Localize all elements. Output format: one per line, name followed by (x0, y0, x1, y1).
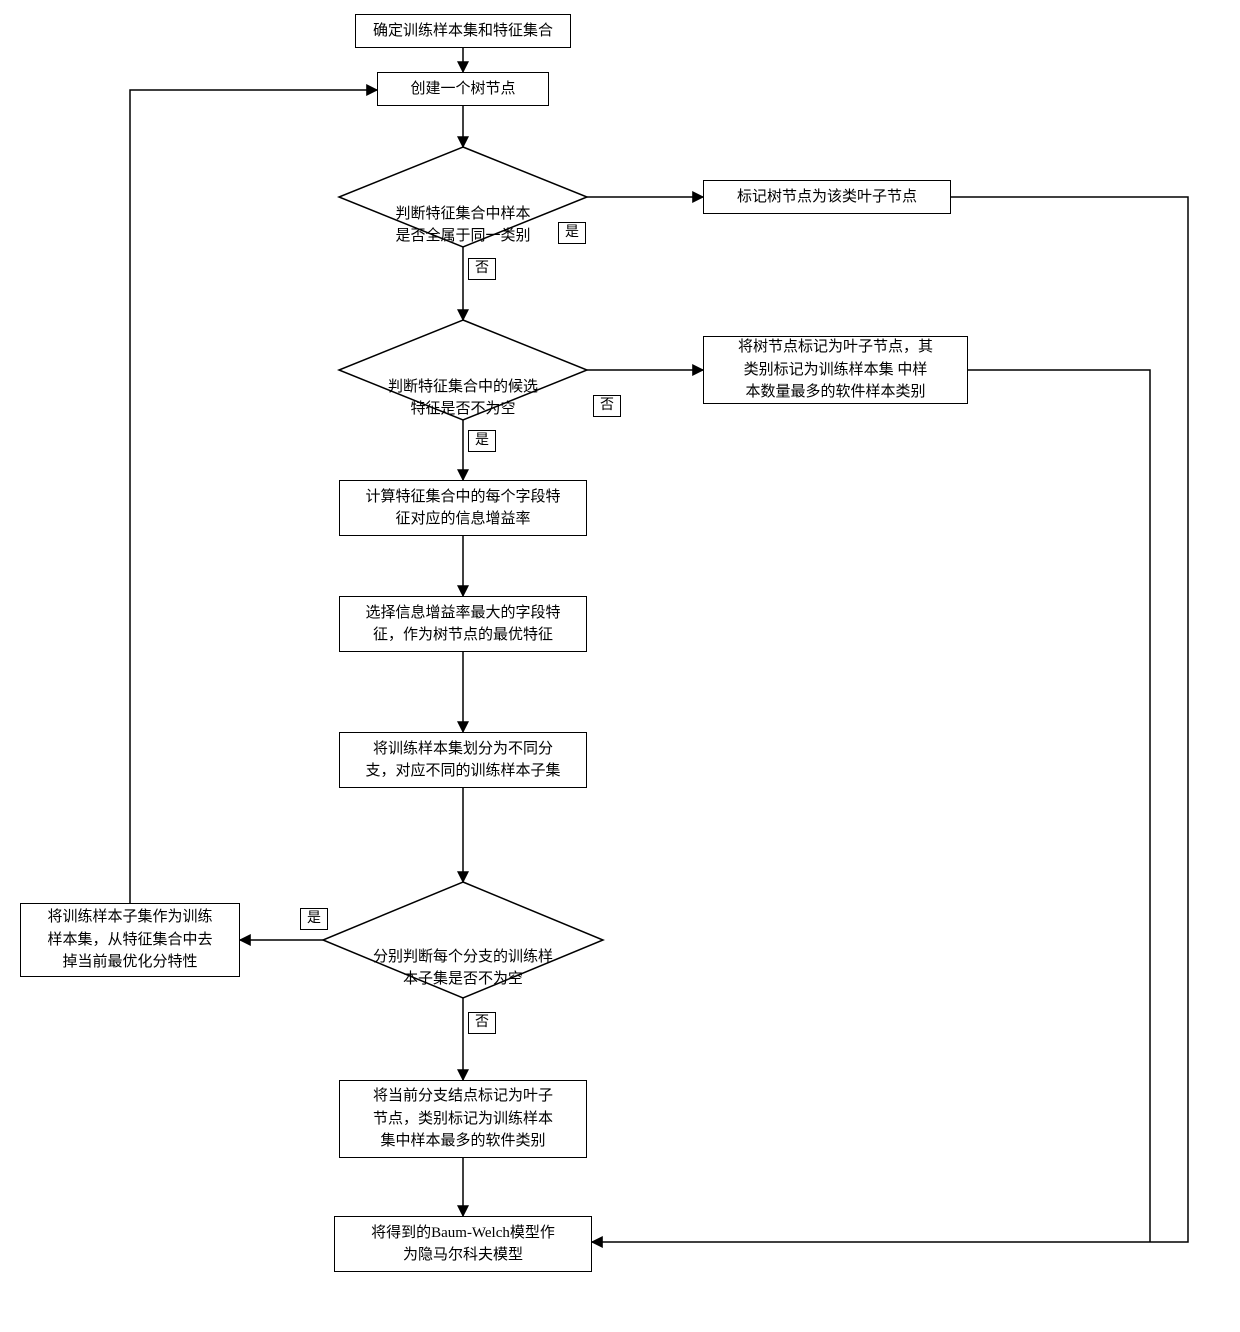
node-text: 标记树节点为该类叶子节点 (737, 186, 917, 209)
edge-label-yes: 是 (468, 430, 496, 452)
node-text: 将得到的Baum-Welch模型作 为隐马尔科夫模型 (371, 1222, 555, 1267)
node-text: 确定训练样本集和特征集合 (373, 20, 553, 43)
node-text: 分别判断每个分支的训练样 本子集是否不为空 (373, 949, 553, 988)
node-text: 将树节点标记为叶子节点，其 类别标记为训练样本集 中样 本数量最多的软件样本类别 (738, 336, 933, 404)
node-split-branches: 将训练样本集划分为不同分 支，对应不同的训练样本子集 (339, 732, 587, 788)
node-mark-branch-leaf: 将当前分支结点标记为叶子 节点，类别标记为训练样本 集中样本最多的软件类别 (339, 1080, 587, 1158)
node-mark-leaf-majority: 将树节点标记为叶子节点，其 类别标记为训练样本集 中样 本数量最多的软件样本类别 (703, 336, 968, 404)
edge-label-no: 否 (468, 1012, 496, 1034)
node-determine-training-set: 确定训练样本集和特征集合 (355, 14, 571, 48)
node-create-tree-node: 创建一个树节点 (377, 72, 549, 106)
node-text: 判断特征集合中的候选 特征是否不为空 (388, 379, 538, 418)
node-baum-welch-hmm: 将得到的Baum-Welch模型作 为隐马尔科夫模型 (334, 1216, 592, 1272)
node-text: 选择信息增益率最大的字段特 征，作为树节点的最优特征 (365, 602, 560, 647)
decision-same-class: 判断特征集合中样本 是否全属于同一类别 (363, 180, 563, 248)
node-calc-info-gain-ratio: 计算特征集合中的每个字段特 征对应的信息增益率 (339, 480, 587, 536)
node-mark-leaf-same-class: 标记树节点为该类叶子节点 (703, 180, 951, 214)
node-text: 计算特征集合中的每个字段特 征对应的信息增益率 (365, 486, 560, 531)
node-recurse-subset: 将训练样本子集作为训练 样本集，从特征集合中去 掉当前最优化分特性 (20, 903, 240, 977)
decision-branch-empty: 分别判断每个分支的训练样 本子集是否不为空 (350, 923, 576, 991)
edge-label-no: 否 (468, 258, 496, 280)
edge-label-no: 否 (593, 395, 621, 417)
edge-label-yes: 是 (558, 222, 586, 244)
edge-label-yes: 是 (300, 908, 328, 930)
node-text: 判断特征集合中样本 是否全属于同一类别 (395, 206, 530, 245)
node-text: 将训练样本子集作为训练 样本集，从特征集合中去 掉当前最优化分特性 (47, 906, 212, 974)
node-text: 将当前分支结点标记为叶子 节点，类别标记为训练样本 集中样本最多的软件类别 (373, 1085, 553, 1153)
decision-candidate-empty: 判断特征集合中的候选 特征是否不为空 (363, 353, 563, 421)
node-text: 将训练样本集划分为不同分 支，对应不同的训练样本子集 (365, 738, 560, 783)
flowchart-connectors (0, 0, 1240, 1332)
node-text: 创建一个树节点 (410, 78, 515, 101)
node-select-max-gain: 选择信息增益率最大的字段特 征，作为树节点的最优特征 (339, 596, 587, 652)
